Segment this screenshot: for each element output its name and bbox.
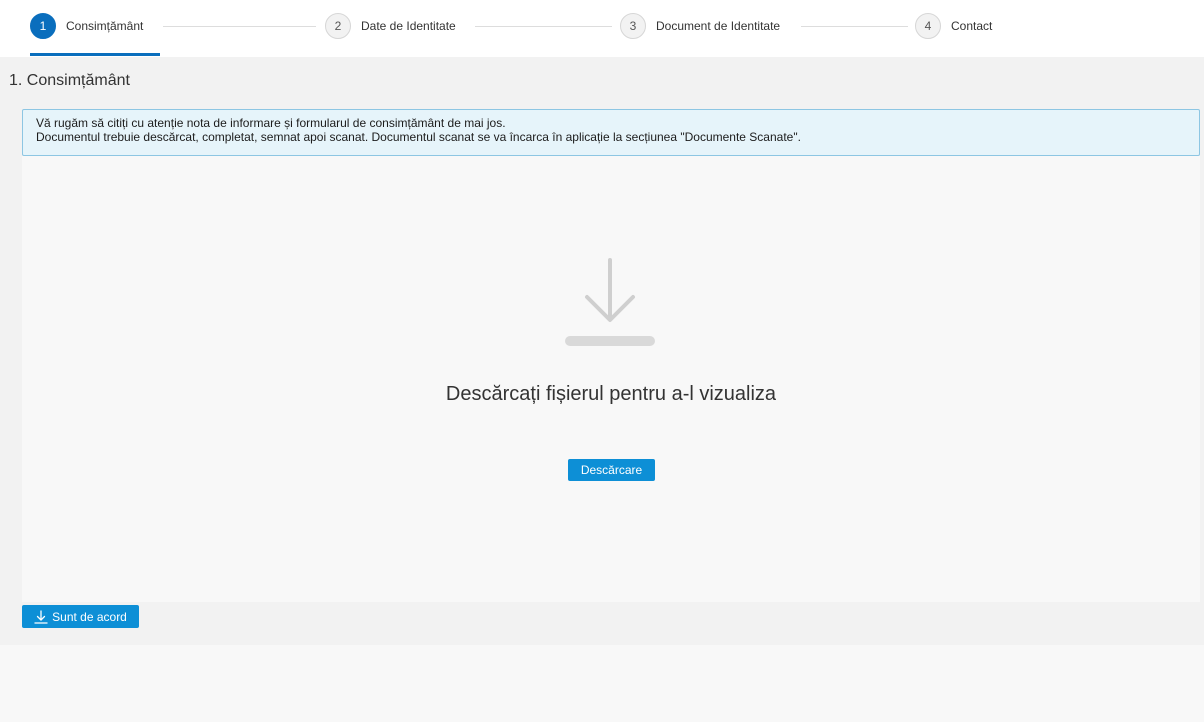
info-line: Documentul trebuie descărcat, completat,… bbox=[36, 130, 801, 144]
viewer-message: Descărcați fișierul pentru a-l vizualiza bbox=[445, 383, 777, 405]
step-identity-document[interactable]: 3 Document de Identitate bbox=[620, 12, 780, 40]
download-button-label: Descărcare bbox=[580, 463, 643, 477]
step-number: 3 bbox=[620, 13, 646, 39]
download-icon bbox=[34, 609, 48, 624]
step-contact[interactable]: 4 Contact bbox=[915, 12, 992, 40]
step-connector bbox=[475, 26, 612, 27]
step-number: 2 bbox=[325, 13, 351, 39]
step-connector bbox=[163, 26, 316, 27]
download-icon bbox=[565, 258, 655, 346]
step-identity-data[interactable]: 2 Date de Identitate bbox=[325, 12, 456, 40]
step-label: Date de Identitate bbox=[361, 19, 456, 33]
step-consent[interactable]: 1 Consimțământ bbox=[30, 12, 143, 40]
active-step-indicator bbox=[30, 53, 160, 56]
content-area: 1. Consimțământ Vă rugăm să citiți cu at… bbox=[0, 57, 1204, 645]
agree-button[interactable]: Sunt de acord bbox=[22, 605, 139, 628]
step-label: Document de Identitate bbox=[656, 19, 781, 33]
step-connector bbox=[801, 26, 908, 27]
info-line: Vă rugăm să citiți cu atenție nota de in… bbox=[36, 116, 506, 130]
step-label: Consimțământ bbox=[66, 19, 144, 33]
document-viewer: Descărcați fișierul pentru a-l vizualiza… bbox=[22, 156, 1200, 602]
step-number: 4 bbox=[915, 13, 941, 39]
page-title: 1. Consimțământ bbox=[9, 72, 130, 89]
download-button[interactable]: Descărcare bbox=[568, 459, 655, 481]
step-number: 1 bbox=[30, 13, 56, 39]
step-label: Contact bbox=[951, 19, 993, 33]
stepper: 1 Consimțământ 2 Date de Identitate 3 Do… bbox=[0, 0, 1204, 57]
agree-button-label: Sunt de acord bbox=[52, 609, 127, 624]
info-alert: Vă rugăm să citiți cu atenție nota de in… bbox=[22, 109, 1200, 156]
